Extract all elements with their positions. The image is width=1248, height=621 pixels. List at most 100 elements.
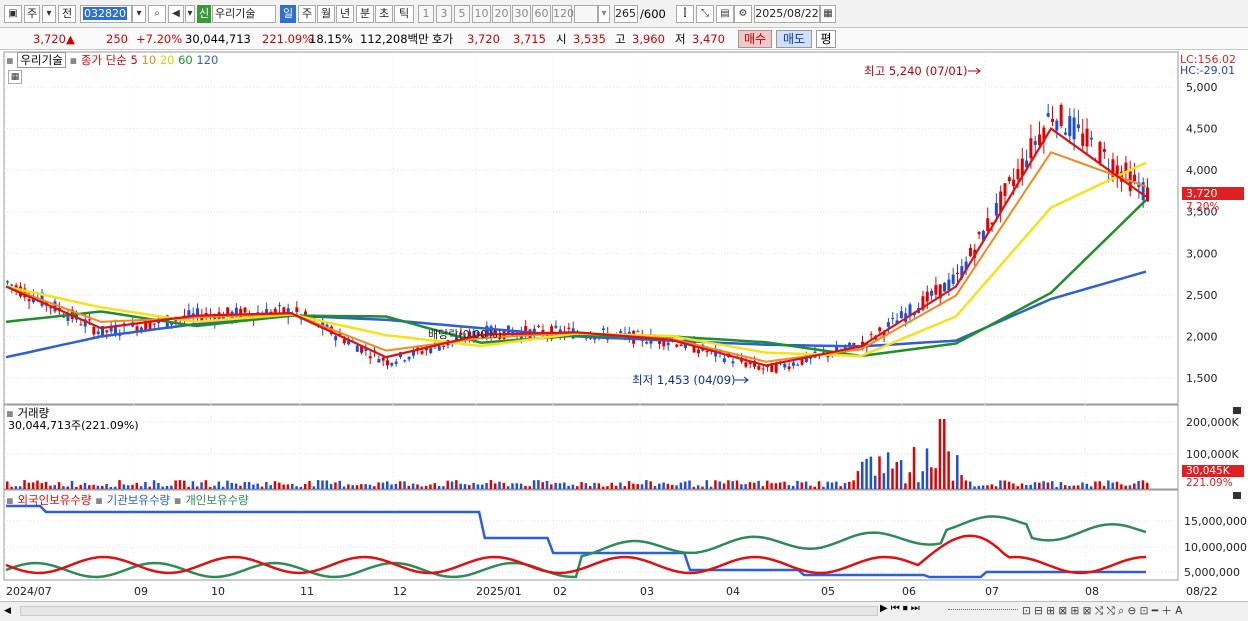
period-tick[interactable]: 틱: [394, 5, 414, 23]
chevron-down-icon[interactable]: ▾: [42, 5, 56, 23]
volume-bar: [70, 480, 74, 489]
period-month[interactable]: 월: [317, 5, 335, 23]
chevron-down-icon[interactable]: ▾: [185, 5, 195, 23]
volume-bar: [442, 486, 445, 489]
volume-bar: [606, 486, 609, 489]
volume-bar: [899, 460, 903, 489]
min-60[interactable]: 60: [532, 5, 551, 23]
min-30[interactable]: 30: [512, 5, 531, 23]
volume-bar: [459, 483, 462, 489]
period-minute[interactable]: 분: [356, 5, 374, 23]
candle-body: [675, 344, 679, 347]
candle-body: [1059, 104, 1063, 126]
volume-bar: [252, 484, 255, 489]
volume-bar: [1007, 481, 1011, 489]
volume-bar: [291, 484, 294, 489]
volume-bar: [355, 485, 359, 489]
volume-bar: [411, 483, 415, 489]
volume-bar: [714, 480, 717, 489]
chart-type-select[interactable]: 주: [24, 5, 40, 23]
code-input[interactable]: 032820: [80, 5, 132, 23]
volume-bar: [135, 482, 139, 489]
zoom-slider[interactable]: [948, 609, 1018, 612]
gear-icon[interactable]: ⚙: [734, 5, 752, 23]
current-price: 3,720: [33, 32, 66, 46]
min-1[interactable]: 1: [418, 5, 434, 23]
chevron-down-icon[interactable]: ▾: [132, 5, 146, 23]
volume-bar: [204, 480, 208, 489]
crosshair-icon[interactable]: ⤡: [696, 5, 714, 23]
period-week[interactable]: 주: [298, 5, 316, 23]
candle-body: [934, 285, 938, 295]
ma20-label: 20: [159, 53, 175, 67]
volume-bar: [40, 483, 44, 489]
period-year[interactable]: 년: [336, 5, 354, 23]
volume-bar: [196, 486, 199, 489]
volume-bar: [1111, 482, 1114, 489]
date-input[interactable]: 2025/08/22: [754, 5, 820, 23]
eval-button[interactable]: 평: [816, 30, 836, 48]
tool-icons[interactable]: ⊡ ⊟ ⊞ ⊠ ⊞ ⊠ ⤭ ⤭ ⌕ ⊖ ⊡ ━ ＋ A: [1022, 603, 1182, 618]
min-5[interactable]: 5: [454, 5, 470, 23]
scroll-left-icon[interactable]: ◀: [4, 604, 16, 618]
period-second[interactable]: 초: [375, 5, 393, 23]
close-icon[interactable]: [1233, 407, 1241, 414]
candle-body: [1085, 128, 1089, 147]
volume-bar: [308, 480, 311, 489]
candle-body: [869, 333, 873, 335]
min-3[interactable]: 3: [436, 5, 452, 23]
annotation-dividend: 배당락(0.00%): [428, 328, 502, 341]
volume-bar: [351, 485, 354, 489]
search-icon[interactable]: ⌕: [148, 5, 166, 23]
min-120[interactable]: 120: [552, 5, 574, 23]
buy-button[interactable]: 매수: [738, 30, 772, 48]
volume-bar: [588, 485, 592, 489]
volume-bar: [576, 486, 579, 489]
legend-foreign: 외국인보유수량: [17, 493, 92, 507]
candle-icon[interactable]: ⫿: [676, 5, 694, 23]
y-tick-label: 4,500: [1186, 123, 1218, 136]
save-icon[interactable]: ▤: [716, 5, 734, 23]
prefix-button[interactable]: 전: [58, 5, 76, 23]
min-custom-input[interactable]: [574, 5, 598, 23]
sell-button[interactable]: 매도: [776, 30, 812, 48]
y-tick-label: 100,000K: [1186, 448, 1239, 461]
candle-body: [96, 331, 100, 334]
volume-bar: [653, 485, 657, 489]
open-price: 3,535: [573, 32, 606, 46]
nav-buttons[interactable]: ▶⏮⏹⏭: [880, 603, 923, 614]
count-input[interactable]: 265: [614, 5, 638, 23]
volume-bar: [62, 486, 65, 489]
chevron-down-icon[interactable]: ▾: [598, 5, 610, 23]
scrollbar[interactable]: [20, 606, 878, 616]
window-icon[interactable]: ▣: [4, 5, 22, 23]
min-20[interactable]: 20: [492, 5, 511, 23]
volume-bar: [316, 480, 320, 489]
grid-icon[interactable]: ▦: [8, 70, 22, 84]
volume-bar: [632, 483, 635, 489]
volume-bar: [610, 482, 614, 489]
volume-bar: [826, 481, 829, 489]
x-tick-label: 05: [821, 585, 835, 598]
period-day[interactable]: 일: [280, 5, 296, 23]
volume-bar: [403, 481, 406, 489]
volume-bar: [571, 484, 575, 489]
candle-body: [6, 281, 9, 283]
stock-chart[interactable]: 5,0004,5004,0003,5003,0002,5002,0001,500…: [0, 50, 1248, 601]
volume-bar: [636, 484, 639, 489]
annotation-high: 최고 5,240 (07/01): [864, 64, 968, 78]
close-icon[interactable]: [1233, 492, 1241, 499]
volume-bar: [1094, 481, 1097, 489]
min-10[interactable]: 10: [472, 5, 491, 23]
candle-body: [1029, 138, 1033, 159]
volume-bar: [6, 481, 9, 489]
volume-bar: [36, 480, 39, 489]
volume-bar: [455, 480, 458, 489]
quote-bar: 3,720 ▲ 250 +7.20% 30,044,713 221.09% 18…: [0, 28, 1248, 50]
calendar-icon[interactable]: ▦: [820, 5, 836, 23]
candle-body: [1007, 177, 1011, 182]
volume-bar: [1046, 482, 1050, 489]
volume-bar: [1059, 482, 1063, 489]
volume-bar: [1098, 481, 1101, 489]
speaker-icon[interactable]: ◀: [168, 5, 184, 23]
